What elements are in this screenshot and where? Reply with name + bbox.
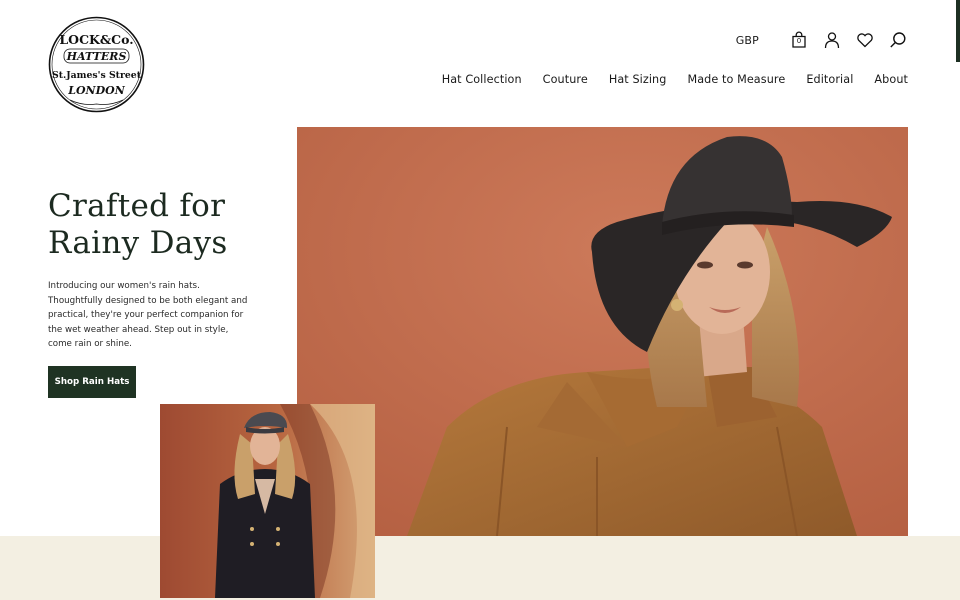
- bag-icon[interactable]: 0: [789, 30, 809, 50]
- hero-title-line-1: Crafted for: [48, 188, 226, 224]
- search-icon[interactable]: [888, 30, 908, 50]
- main-nav: Hat Collection Couture Hat Sizing Made t…: [442, 73, 908, 86]
- svg-text:St.James's Street: St.James's Street: [52, 70, 142, 81]
- heart-icon[interactable]: [855, 30, 875, 50]
- logo-seal-icon: LOCK&Co. HATTERS St.James's Street LONDO…: [48, 16, 145, 113]
- svg-text:LONDON: LONDON: [67, 84, 125, 97]
- secondary-image: [160, 404, 375, 598]
- hero-description: Introducing our women's rain hats. Thoug…: [48, 281, 248, 350]
- nav-item-about[interactable]: About: [874, 73, 908, 86]
- bag-count: 0: [796, 37, 802, 45]
- edge-scroll-strip: [956, 0, 960, 62]
- brand-logo[interactable]: LOCK&Co. HATTERS St.James's Street LONDO…: [48, 16, 145, 113]
- beige-band: [0, 536, 960, 600]
- hero-title: Crafted for Rainy Days: [48, 188, 288, 262]
- account-icon[interactable]: [822, 30, 842, 50]
- svg-text:HATTERS: HATTERS: [66, 50, 127, 63]
- nav-item-couture[interactable]: Couture: [543, 73, 588, 86]
- shop-rain-hats-button[interactable]: Shop Rain Hats: [48, 366, 136, 398]
- hero-image: [297, 127, 908, 536]
- svg-text:LOCK&Co.: LOCK&Co.: [59, 32, 133, 47]
- hero-title-line-2: Rainy Days: [48, 225, 228, 261]
- nav-item-made-to-measure[interactable]: Made to Measure: [687, 73, 785, 86]
- currency-selector[interactable]: GBP: [736, 34, 759, 47]
- utility-bar: GBP 0: [736, 30, 908, 50]
- nav-item-hat-sizing[interactable]: Hat Sizing: [609, 73, 667, 86]
- nav-item-editorial[interactable]: Editorial: [806, 73, 853, 86]
- nav-item-hat-collection[interactable]: Hat Collection: [442, 73, 522, 86]
